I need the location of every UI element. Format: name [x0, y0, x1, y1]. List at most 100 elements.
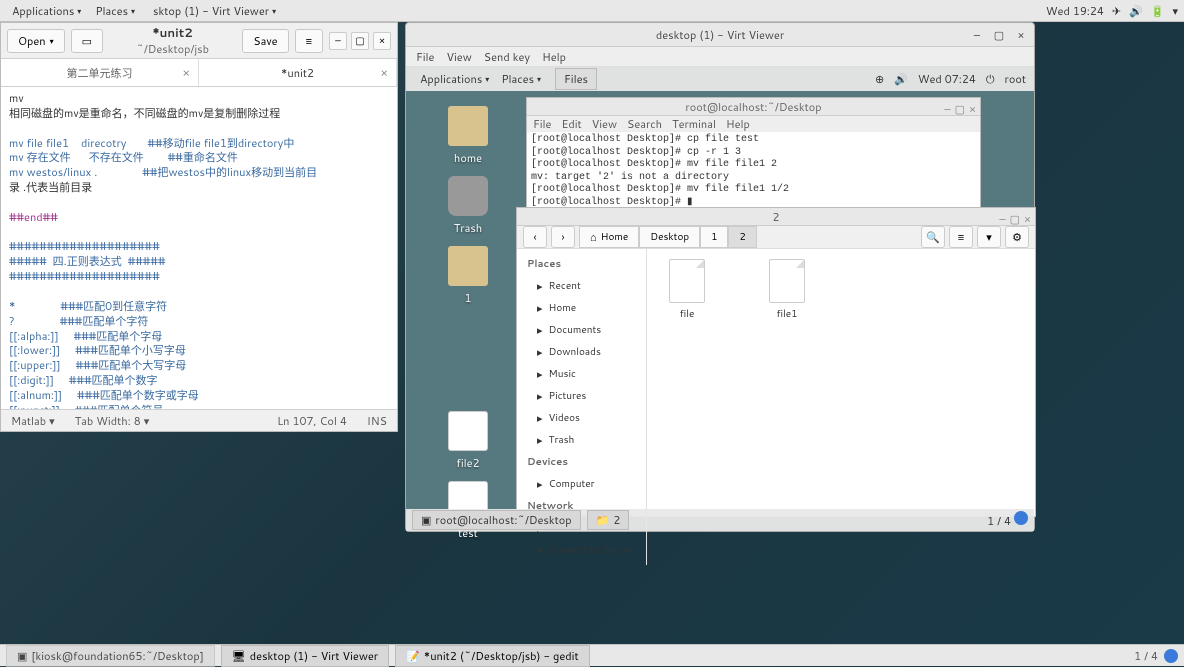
virt-menu-help[interactable]: Help: [542, 49, 566, 65]
virt-menu-send-key[interactable]: Send key: [484, 49, 530, 65]
folder-icon: ▸: [537, 542, 543, 558]
file-item-file[interactable]: file: [657, 259, 717, 321]
terminal-content[interactable]: [root@localhost Desktop]# cp file test […: [527, 132, 980, 211]
terminal-titlebar[interactable]: root@localhost:~/Desktop –▢×: [527, 98, 980, 116]
guest-workspace-indicator[interactable]: 1 / 4: [987, 511, 1028, 529]
crumb-desktop[interactable]: Desktop: [639, 226, 700, 248]
task-files[interactable]: 📁2: [587, 510, 630, 530]
view-options-button[interactable]: ▾: [977, 226, 1001, 248]
gedit-icon: 📝: [406, 648, 420, 664]
volume-icon[interactable]: 🔊: [894, 71, 908, 87]
sidebar-item-connect-to-server[interactable]: ▸Connect to Server: [517, 539, 646, 561]
new-tab-button[interactable]: ▭: [71, 29, 103, 53]
minimize-button[interactable]: –: [970, 27, 984, 43]
editor-content[interactable]: mv相同磁盘的mv是重命名，不同磁盘的mv是复制删除过程 mv file fil…: [1, 87, 397, 409]
gedit-title: *unit2 ~/Desktop/jsb: [109, 24, 236, 57]
terminal-menu-view[interactable]: View: [592, 116, 617, 132]
caret-down-icon[interactable]: ▾: [1172, 3, 1178, 19]
file-icon: [769, 259, 805, 303]
virt-menu-file[interactable]: File: [416, 49, 434, 65]
active-app-menu[interactable]: sktop (1) - Virt Viewer: [147, 1, 282, 21]
maximize-button[interactable]: ▢: [351, 32, 369, 50]
applications-menu[interactable]: Applications: [6, 1, 87, 21]
open-button[interactable]: Open ▾: [7, 29, 65, 53]
forward-button[interactable]: ›: [551, 226, 575, 248]
desktop-icon-Trash[interactable]: Trash: [436, 176, 500, 236]
terminal-menu-file[interactable]: File: [533, 116, 551, 132]
save-button[interactable]: Save: [242, 29, 288, 53]
panel-clock[interactable]: Wed 19:24: [1046, 3, 1104, 19]
battery-icon[interactable]: 🔋: [1151, 3, 1165, 19]
home-icon: ⌂: [590, 229, 597, 245]
power-icon[interactable]: ⏻: [986, 71, 995, 87]
maximize-button[interactable]: ▢: [955, 100, 965, 118]
network-icon[interactable]: ⊕: [875, 71, 884, 87]
minimize-button[interactable]: –: [944, 100, 950, 118]
places-menu[interactable]: Places: [89, 1, 141, 21]
guest-applications-menu[interactable]: Applications: [414, 69, 495, 89]
crumb-2[interactable]: 2: [728, 226, 756, 248]
gear-button[interactable]: ⚙: [1005, 226, 1029, 248]
trash-icon: [448, 176, 488, 216]
virt-menu-view[interactable]: View: [446, 49, 471, 65]
sidebar-item-trash[interactable]: ▸Trash: [517, 429, 646, 451]
task-terminal[interactable]: ▣root@localhost:~/Desktop: [412, 510, 581, 530]
maximize-button[interactable]: ▢: [1010, 210, 1020, 228]
crumb-home[interactable]: ⌂ Home: [579, 226, 639, 248]
host-workspace-indicator[interactable]: 1 / 4: [1134, 648, 1178, 664]
tab-practice[interactable]: 第二单元练习×: [1, 59, 199, 86]
guest-clock[interactable]: Wed 07:24: [918, 71, 976, 87]
terminal-menu-search[interactable]: Search: [627, 116, 662, 132]
files-titlebar[interactable]: 2 –▢×: [517, 208, 1035, 226]
sidebar-item-downloads[interactable]: ▸Downloads: [517, 341, 646, 363]
desktop-icon-1[interactable]: 1: [436, 246, 500, 306]
sidebar-item-computer[interactable]: ▸Computer: [517, 473, 646, 495]
minimize-button[interactable]: –: [999, 210, 1005, 228]
status-lang[interactable]: Matlab ▾: [11, 413, 55, 429]
maximize-button[interactable]: ▢: [992, 27, 1006, 43]
guest-files-button[interactable]: Files: [555, 68, 597, 90]
close-icon[interactable]: ×: [182, 64, 190, 81]
folder-icon: ▸: [537, 432, 543, 448]
terminal-menu-edit[interactable]: Edit: [561, 116, 581, 132]
airplane-icon[interactable]: ✈: [1112, 3, 1121, 19]
close-button[interactable]: ×: [969, 100, 976, 118]
host-top-panel: Applications Places sktop (1) - Virt Vie…: [0, 0, 1184, 22]
virt-titlebar[interactable]: desktop (1) - Virt Viewer – ▢ ×: [406, 23, 1034, 47]
terminal-menu-terminal[interactable]: Terminal: [672, 116, 716, 132]
folder-icon: ▸: [537, 322, 543, 338]
close-icon[interactable]: ×: [380, 64, 388, 81]
guest-user[interactable]: root: [1005, 71, 1026, 87]
close-button[interactable]: ×: [1014, 27, 1028, 43]
file-icon: [448, 411, 488, 451]
sidebar-item-recent[interactable]: ▸Recent: [517, 275, 646, 297]
crumb-1[interactable]: 1: [700, 226, 728, 248]
close-button[interactable]: ×: [1024, 210, 1031, 228]
volume-icon[interactable]: 🔊: [1129, 3, 1143, 19]
terminal-menu-help[interactable]: Help: [726, 116, 750, 132]
sidebar-item-documents[interactable]: ▸Documents: [517, 319, 646, 341]
search-button[interactable]: 🔍: [921, 226, 945, 248]
virt-guest-screen[interactable]: Applications Places Files ⊕ 🔊 Wed 07:24 …: [406, 67, 1034, 531]
hamburger-button[interactable]: ≡: [295, 29, 323, 53]
status-tabwidth[interactable]: Tab Width: 8 ▾: [75, 413, 150, 429]
task-kiosk-terminal[interactable]: ▣[kiosk@foundation65:~/Desktop]: [6, 645, 215, 667]
terminal-icon: ▣: [17, 648, 27, 664]
sidebar-item-music[interactable]: ▸Music: [517, 363, 646, 385]
sidebar-item-videos[interactable]: ▸Videos: [517, 407, 646, 429]
close-button[interactable]: ×: [373, 32, 391, 50]
sidebar-item-pictures[interactable]: ▸Pictures: [517, 385, 646, 407]
task-virt-viewer[interactable]: 🖥desktop (1) - Virt Viewer: [221, 645, 389, 667]
desktop-icon-home[interactable]: home: [436, 106, 500, 166]
task-gedit[interactable]: 📝*unit2 (~/Desktop/jsb) - gedit: [395, 645, 590, 667]
tab-unit2[interactable]: *unit2×: [199, 59, 397, 86]
minimize-button[interactable]: –: [329, 32, 347, 50]
gedit-tabs: 第二单元练习× *unit2×: [1, 59, 397, 87]
back-button[interactable]: ‹: [523, 226, 547, 248]
file-item-file1[interactable]: file1: [757, 259, 817, 321]
desktop-icon-file2[interactable]: file2: [436, 411, 500, 471]
list-view-button[interactable]: ≡: [949, 226, 973, 248]
guest-places-menu[interactable]: Places: [495, 69, 547, 89]
sidebar-item-home[interactable]: ▸Home: [517, 297, 646, 319]
statusbar: Matlab ▾ Tab Width: 8 ▾ Ln 107, Col 4 IN…: [1, 409, 397, 431]
